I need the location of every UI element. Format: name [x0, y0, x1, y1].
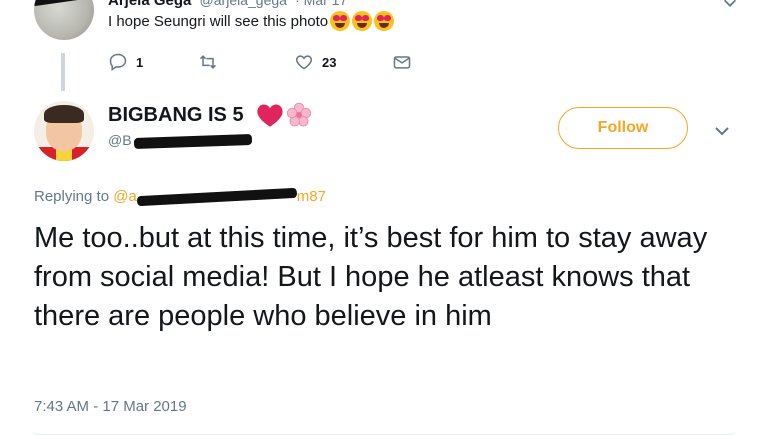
- replying-prefix: Replying to: [34, 188, 110, 205]
- message-action[interactable]: [392, 52, 412, 72]
- thread-connector: [61, 53, 65, 91]
- mention-end[interactable]: m87: [297, 188, 326, 205]
- display-name[interactable]: BIGBANG IS 5: [108, 104, 244, 127]
- mention-start[interactable]: @a: [113, 188, 137, 205]
- redaction-scribble: [34, 0, 94, 7]
- reply-count: 1: [136, 54, 144, 70]
- reply-icon: [109, 53, 127, 71]
- reply-action[interactable]: 1: [108, 52, 198, 72]
- parent-avatar[interactable]: [34, 0, 94, 40]
- avatar[interactable]: [34, 101, 94, 161]
- cherry-blossom-emoji: [286, 102, 311, 127]
- handle[interactable]: @B: [108, 132, 252, 149]
- parent-display-name[interactable]: Arjela Gega: [108, 0, 191, 9]
- parent-header: Arjela Gega @arjela_gega · Mar 17: [108, 0, 347, 9]
- parent-handle[interactable]: @arjela_gega: [200, 0, 287, 8]
- retweet-icon: [199, 55, 217, 69]
- chevron-down-icon[interactable]: [721, 0, 739, 12]
- follow-button[interactable]: Follow: [558, 107, 688, 149]
- red-heart-emoji: [256, 104, 283, 127]
- parent-actions: 1 23: [108, 52, 412, 72]
- heart-eyes-emoji: [352, 11, 373, 31]
- like-count: 23: [322, 54, 337, 70]
- replying-to: Replying to @a m87: [34, 187, 326, 207]
- handle-text[interactable]: @B: [108, 132, 132, 148]
- parent-text-content: I hope Seungri will see this photo: [108, 12, 329, 30]
- parent-date[interactable]: · Mar 17: [295, 0, 347, 8]
- message-icon: [393, 56, 411, 69]
- retweet-action[interactable]: [198, 52, 294, 72]
- heart-eyes-emoji: [330, 11, 351, 31]
- replying-mention[interactable]: @a m87: [113, 187, 326, 207]
- heart-eyes-emoji: [374, 11, 395, 31]
- display-name-row[interactable]: BIGBANG IS 5: [108, 102, 312, 128]
- like-action[interactable]: 23: [294, 52, 392, 72]
- redacted-mention-scribble: [136, 187, 297, 207]
- like-icon: [295, 55, 313, 70]
- avatar-hair: [44, 105, 84, 123]
- tweet-text: Me too..but at this time, it’s best for …: [34, 222, 708, 332]
- chevron-down-icon[interactable]: [712, 121, 732, 141]
- timestamp[interactable]: 7:43 AM - 17 Mar 2019: [34, 398, 187, 415]
- parent-tweet-text: I hope Seungri will see this photo: [108, 11, 395, 31]
- redacted-handle-scribble: [133, 133, 252, 149]
